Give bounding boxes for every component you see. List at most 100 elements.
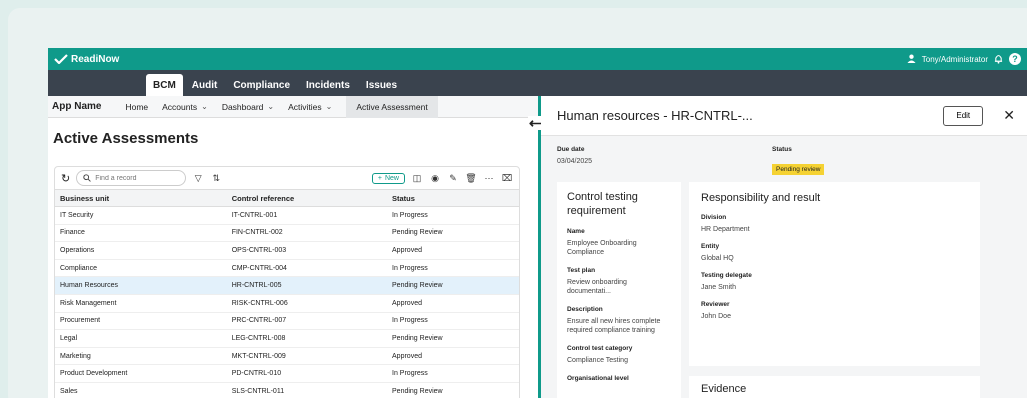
subnav-home-label: Home (125, 101, 149, 112)
search-input[interactable] (95, 174, 176, 182)
table-row[interactable]: Risk Management RISK-CNTRL-006 Approved (55, 294, 519, 313)
description-field: Description Ensure all new hires complet… (567, 306, 671, 335)
table-row[interactable]: Procurement PRC-CNTRL-007 In Progress (55, 312, 519, 331)
header-control-reference[interactable]: Control reference (226, 189, 388, 207)
sort-icon[interactable]: ⇅ (210, 173, 222, 184)
evidence-card: Evidence (689, 376, 980, 398)
division-value: HR Department (701, 226, 750, 233)
table-row[interactable]: Finance FIN-CNTRL-002 Pending Review (55, 224, 519, 243)
cell-business-unit: IT Security (55, 206, 227, 225)
org-level-label: Organisational level (567, 375, 629, 382)
cell-control-reference: LEG-CNTRL-008 (226, 329, 388, 348)
user-icon[interactable] (907, 54, 916, 65)
subnav-activities[interactable]: Activities ⌄ (288, 102, 332, 112)
cell-business-unit: Sales (55, 382, 227, 398)
close-icon[interactable]: ✕ (1003, 107, 1015, 124)
page-title: Active Assessments (53, 130, 199, 147)
table-row[interactable]: IT Security IT-CNTRL-001 In Progress (55, 206, 519, 225)
table-row[interactable]: Product Development PD-CNTRL-010 In Progre… (55, 364, 519, 383)
table-header-row: Business unit Control reference Status (55, 189, 519, 207)
subnav-active-assessment[interactable]: Active Assessment (346, 95, 438, 118)
subnav-dashboard[interactable]: Dashboard ⌄ (222, 102, 274, 112)
table-row[interactable]: Compliance CMP-CNTRL-004 In Progress (55, 259, 519, 278)
subnav-home[interactable]: Home (125, 102, 148, 112)
more-icon[interactable]: ⋯ (483, 173, 495, 184)
subnav-dashboard-label: Dashboard (221, 101, 264, 112)
cell-status: Approved (387, 294, 519, 313)
delegate-value: Jane Smith (701, 284, 737, 291)
tab-compliance[interactable]: Compliance (226, 74, 297, 96)
chevron-down-icon: ⌄ (201, 102, 208, 111)
header-business-unit[interactable]: Business unit (55, 189, 227, 207)
subnav-accounts[interactable]: Accounts ⌄ (162, 102, 208, 112)
edit-pencil-icon[interactable]: ✎ (447, 173, 459, 184)
search-box[interactable] (76, 170, 187, 186)
cell-business-unit: Legal (55, 329, 227, 348)
cell-control-reference: FIN-CNTRL-002 (226, 224, 388, 243)
header-status[interactable]: Status (387, 189, 519, 207)
help-icon[interactable]: ? (1009, 53, 1021, 65)
edit-button[interactable]: Edit (943, 105, 984, 126)
panel-toggle-icon[interactable]: ◫ (411, 173, 423, 184)
table-row[interactable]: Marketing MKT-CNTRL-009 Approved (55, 347, 519, 366)
table-body: IT Security IT-CNTRL-001 In Progress Financ… (55, 206, 519, 398)
reviewer-field: Reviewer John Doe (701, 301, 968, 321)
cell-business-unit: Marketing (55, 347, 227, 366)
control-testing-card: Control testing requirement Name Employe… (557, 182, 681, 398)
tab-bcm[interactable]: BCM (146, 74, 183, 96)
category-value: Compliance Testing (567, 357, 628, 364)
top-bar: ReadiNow Tony/Administrator ? (48, 48, 1027, 70)
bell-icon[interactable] (994, 54, 1003, 64)
responsibility-title: Responsibility and result (701, 192, 821, 204)
reviewer-value: John Doe (701, 313, 731, 320)
refresh-icon[interactable]: ↻ (61, 172, 70, 185)
new-record-button[interactable]: + New (371, 172, 405, 184)
test-plan-field: Test plan Review onboarding documentati.… (567, 267, 671, 296)
delete-icon[interactable]: 🗑 (465, 173, 477, 184)
export-icon[interactable]: ⌧ (501, 173, 513, 184)
filter-icon[interactable]: ▽ (192, 173, 204, 184)
chevron-down-icon: ⌄ (267, 102, 275, 111)
status-field: Status Pending review (772, 146, 987, 178)
subnav-activities-label: Activities (288, 101, 322, 112)
table-row[interactable]: Sales SLS-CNTRL-011 Pending Review (55, 382, 519, 398)
table-row[interactable]: Legal LEG-CNTRL-008 Pending Review (55, 329, 519, 348)
cell-control-reference: PD-CNTRL-010 (226, 364, 388, 383)
cell-status: In Progress (387, 364, 519, 383)
table-row[interactable]: Human Resources HR-CNTRL-005 Pending Revie… (55, 276, 519, 295)
detail-title: Human resources - HR-CNTRL-... (557, 108, 753, 123)
status-label: Status (772, 146, 792, 153)
status-badge: Pending review (772, 164, 825, 175)
division-field: Division HR Department (701, 214, 968, 234)
sub-nav: App Name Home Accounts ⌄ Dashboard ⌄ Activ… (48, 95, 538, 118)
cell-status: Pending Review (387, 329, 519, 348)
user-area: Tony/Administrator ? (907, 53, 1021, 65)
reviewer-label: Reviewer (701, 301, 730, 308)
tab-audit[interactable]: Audit (185, 74, 225, 96)
name-value: Employee Onboarding Compliance (567, 240, 637, 256)
category-field: Control test category Compliance Testing (567, 345, 671, 365)
list-pane: App Name Home Accounts ⌄ Dashboard ⌄ Activ… (48, 95, 538, 398)
cell-control-reference: SLS-CNTRL-011 (226, 382, 388, 398)
cell-business-unit: Risk Management (55, 294, 227, 313)
description-label: Description (567, 306, 603, 313)
table-row[interactable]: Operations OPS-CNTRL-003 Approved (55, 241, 519, 260)
cell-control-reference: OPS-CNTRL-003 (226, 241, 388, 260)
cell-status: Pending Review (387, 224, 519, 243)
app-name: App Name (52, 101, 102, 112)
tab-incidents[interactable]: Incidents (299, 74, 357, 96)
app-logo[interactable]: ReadiNow (54, 54, 119, 65)
tab-issues[interactable]: Issues (359, 74, 404, 96)
subnav-accounts-label: Accounts (162, 101, 198, 112)
view-icon[interactable]: ◉ (429, 173, 441, 184)
cell-status: Approved (387, 241, 519, 260)
name-label: Name (567, 228, 585, 235)
detail-header: Human resources - HR-CNTRL-... Edit ✕ (541, 96, 1027, 136)
cell-business-unit: Procurement (55, 312, 227, 331)
due-date-label: Due date (557, 146, 585, 153)
test-plan-label: Test plan (567, 267, 596, 274)
description-value: Ensure all new hires complete required c… (567, 318, 661, 334)
user-name[interactable]: Tony/Administrator (922, 55, 988, 64)
cell-business-unit: Finance (55, 224, 227, 243)
delegate-label: Testing delegate (701, 272, 752, 279)
